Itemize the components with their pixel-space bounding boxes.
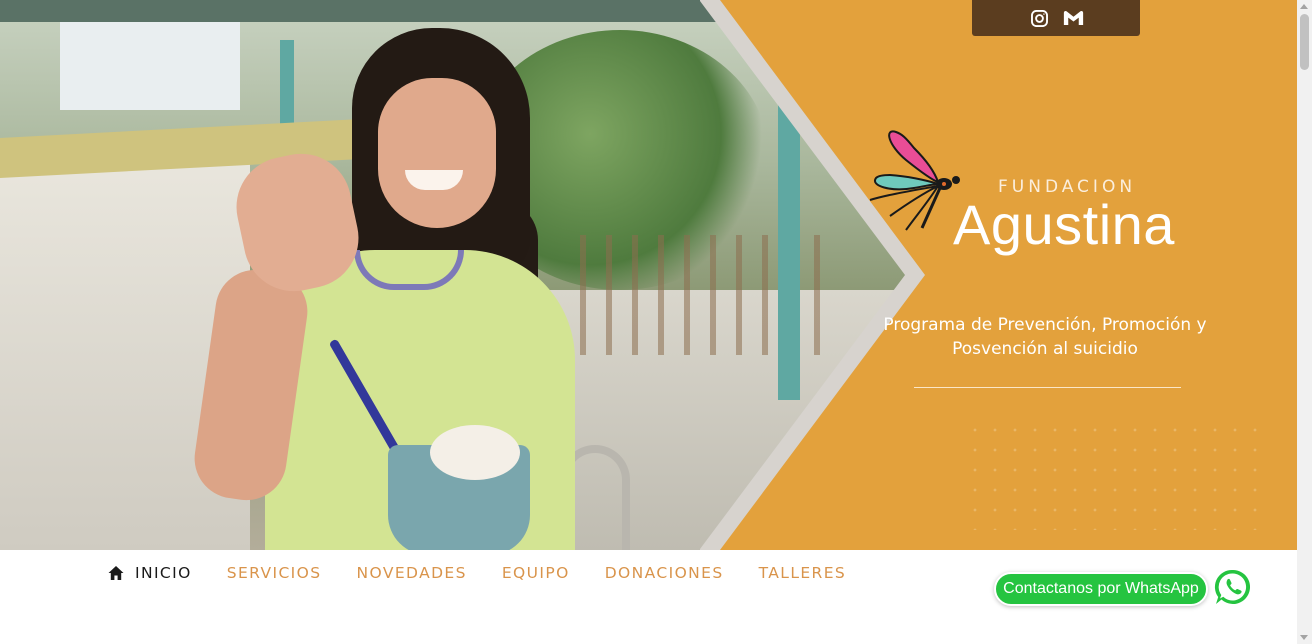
nav-item-label: INICIO xyxy=(135,564,192,582)
nav-item-equipo[interactable]: EQUIPO xyxy=(502,564,570,582)
nav-item-label: TALLERES xyxy=(758,564,847,582)
nav-item-donaciones[interactable]: DONACIONES xyxy=(605,564,724,582)
nav-item-label: DONACIONES xyxy=(604,564,724,582)
logo-agustina-text: Agustina xyxy=(953,193,1175,256)
nav-item-novedades[interactable]: NOVEDADES xyxy=(357,564,467,582)
scroll-up-arrow-icon[interactable] xyxy=(1300,4,1308,9)
nav-item-talleres[interactable]: TALLERES xyxy=(759,564,847,582)
tagline-line-2: Posvención al suicidio xyxy=(952,339,1138,359)
dot-pattern xyxy=(965,420,1265,530)
tagline-line-1: Programa de Prevención, Promoción y xyxy=(883,315,1207,335)
social-bar xyxy=(972,0,1140,36)
nav-item-servicios[interactable]: SERVICIOS xyxy=(227,564,322,582)
whatsapp-contact-button[interactable]: Contactanos por WhatsApp xyxy=(994,572,1208,606)
hero-banner: FUNDACION Agustina Programa de Prevenció… xyxy=(0,0,1297,550)
nav-item-label: NOVEDADES xyxy=(356,564,467,582)
nav-item-label: SERVICIOS xyxy=(226,564,322,582)
hero-tagline: Programa de Prevención, Promoción y Posv… xyxy=(860,313,1230,361)
nav-list: INICIO SERVICIOS NOVEDADES EQUIPO DONACI… xyxy=(108,564,881,582)
home-icon xyxy=(108,566,124,580)
gmail-icon[interactable] xyxy=(1062,7,1084,29)
instagram-icon[interactable] xyxy=(1028,7,1050,29)
hero-photo xyxy=(0,0,920,550)
nav-item-inicio[interactable]: INICIO xyxy=(108,564,192,582)
divider xyxy=(914,387,1181,388)
scroll-down-arrow-icon[interactable] xyxy=(1300,635,1308,640)
scrollbar[interactable] xyxy=(1297,0,1312,644)
scroll-thumb[interactable] xyxy=(1300,14,1309,70)
whatsapp-icon[interactable] xyxy=(1213,567,1253,607)
nav-item-label: EQUIPO xyxy=(501,564,570,582)
